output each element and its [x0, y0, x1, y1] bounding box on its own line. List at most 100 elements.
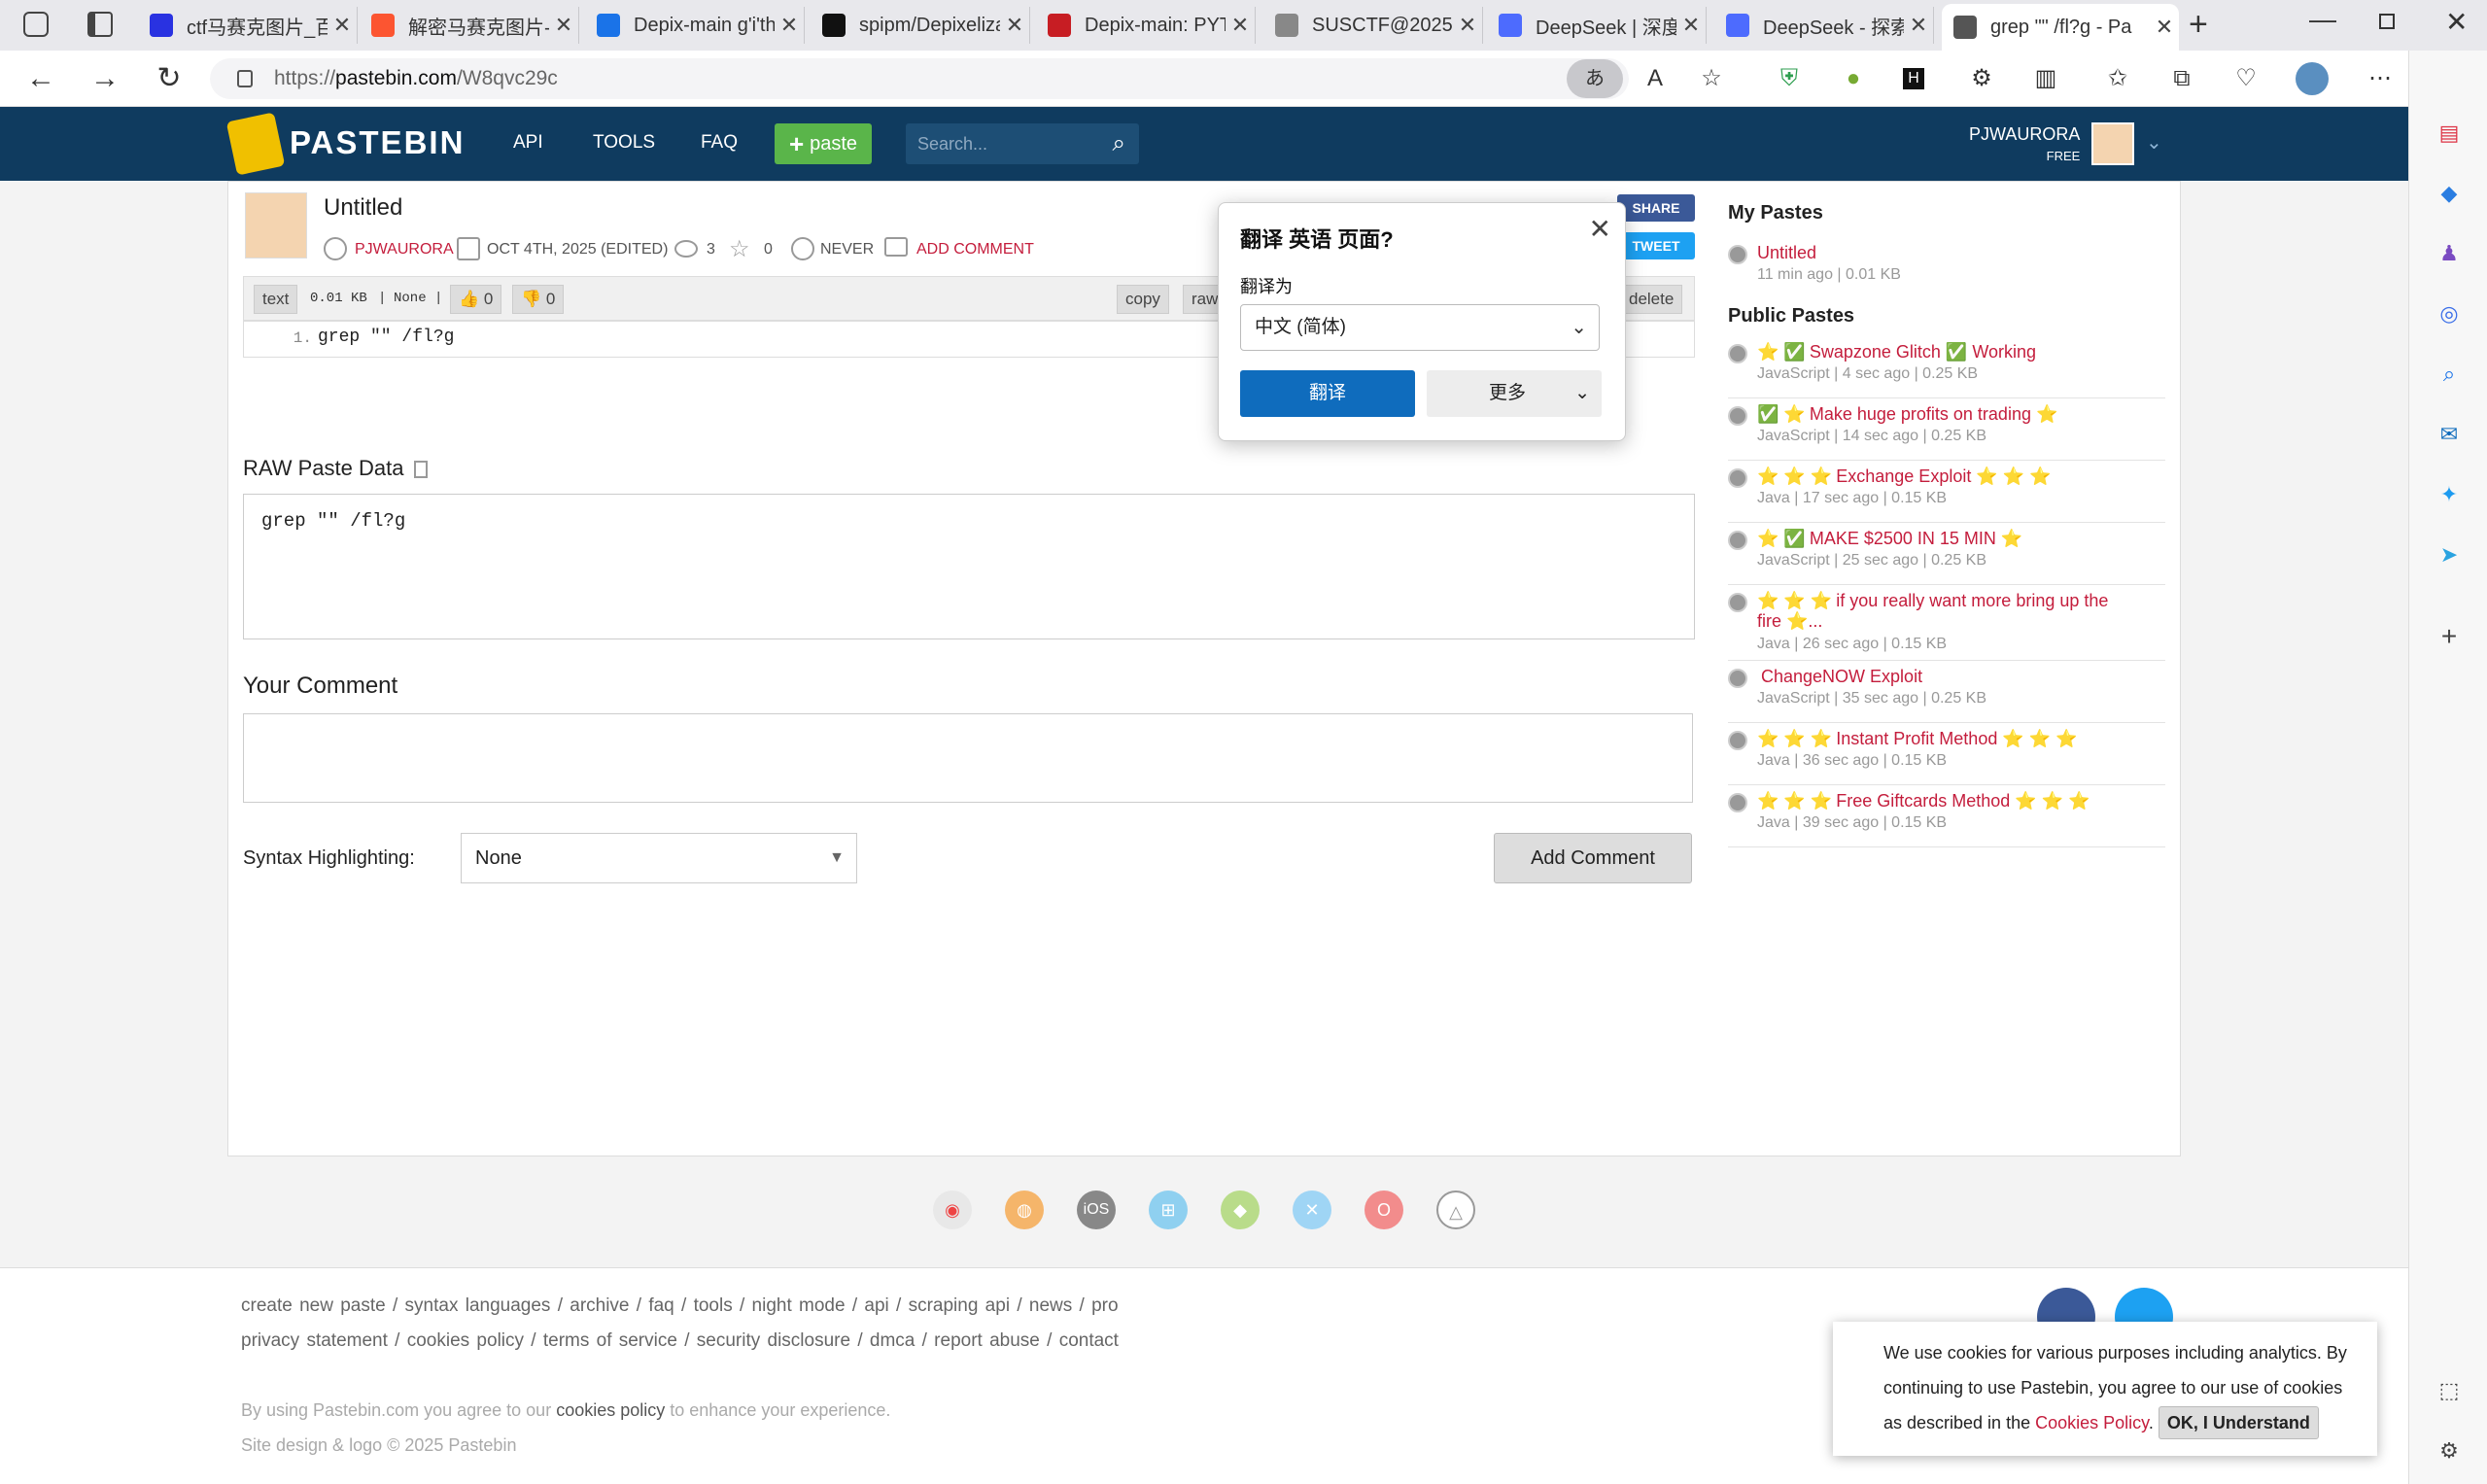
translate-icon[interactable]: あ [1567, 59, 1623, 98]
browser-tab[interactable]: DeepSeek - 探索 ✕ [1714, 7, 1934, 44]
tab-close-icon[interactable]: ✕ [328, 13, 357, 38]
translate-button[interactable]: 翻译 [1240, 370, 1415, 417]
cookie-accept-button[interactable]: OK, I Understand [2158, 1406, 2319, 1439]
public-paste-item[interactable]: ⭐ ⭐ ⭐ Free Giftcards Method ⭐ ⭐ ⭐ Java | 3… [1728, 787, 2165, 847]
split-screen-icon[interactable]: ▥ [2031, 64, 2060, 93]
nav-tools[interactable]: TOOLS [593, 132, 655, 154]
public-paste-title[interactable]: ⭐ ✅ Swapzone Glitch ✅ Working [1757, 342, 2036, 362]
facebook-share-button[interactable]: SHARE [1617, 194, 1695, 222]
comment-textarea[interactable] [243, 713, 1693, 803]
chrome-icon[interactable]: ◉ [933, 1191, 972, 1229]
header-avatar[interactable] [2091, 122, 2134, 165]
ios-icon[interactable]: iOS [1077, 1191, 1116, 1229]
read-aloud-icon[interactable]: A [1641, 64, 1670, 93]
syntax-select[interactable]: None ▼ [461, 833, 857, 883]
public-paste-item[interactable]: ⭐ ✅ Swapzone Glitch ✅ Working JavaScript |… [1728, 338, 2165, 398]
refresh-button[interactable]: ↻ [150, 60, 189, 97]
nav-api[interactable]: API [513, 132, 543, 154]
toolbox-icon[interactable]: ▤ [2435, 119, 2464, 148]
public-paste-title[interactable]: ⭐ ✅ MAKE $2500 IN 15 MIN ⭐ [1757, 529, 2022, 549]
add-app-icon[interactable]: + [2435, 622, 2464, 651]
author-avatar[interactable] [245, 192, 307, 259]
chevron-down-icon[interactable]: ⌄ [2146, 130, 2162, 155]
firefox-icon[interactable]: ◍ [1005, 1191, 1044, 1229]
public-paste-item[interactable]: ✅ ⭐ Make huge profits on trading ⭐ JavaScr… [1728, 400, 2165, 461]
extension-h-icon[interactable]: H [1903, 68, 1924, 89]
copilot-icon[interactable]: ◎ [2435, 299, 2464, 328]
new-tab-button[interactable]: + [2189, 6, 2208, 44]
browser-tab[interactable]: DeepSeek | 深度 ✕ [1487, 7, 1707, 44]
extension-globe-icon[interactable]: ● [1839, 64, 1868, 93]
browser-tab[interactable]: ctf马赛克图片_百 ✕ [138, 7, 358, 44]
settings-gear-icon[interactable]: ⚙ [2435, 1436, 2464, 1466]
star-icon[interactable]: ☆ [729, 235, 750, 263]
like-button[interactable]: 👍 0 [450, 285, 502, 314]
public-paste-title[interactable]: ⭐ ⭐ ⭐ Instant Profit Method ⭐ ⭐ ⭐ [1757, 729, 2078, 749]
clipboard-icon[interactable] [413, 461, 428, 479]
tab-close-icon[interactable]: ✕ [1000, 13, 1029, 38]
profile-avatar[interactable] [2296, 62, 2329, 95]
twitter-icon[interactable]: ✦ [2435, 480, 2464, 509]
games-icon[interactable]: ♟ [2435, 239, 2464, 268]
macos-icon[interactable]: ✕ [1293, 1191, 1331, 1229]
dislike-button[interactable]: 👎 0 [512, 285, 565, 314]
tab-close-icon[interactable]: ✕ [1453, 13, 1482, 38]
back-button[interactable]: ← [21, 60, 60, 97]
language-select[interactable]: 中文 (简体) ⌄ [1240, 304, 1600, 351]
vertical-tabs-icon[interactable] [87, 12, 113, 37]
paste-author[interactable]: PJWAURORA [355, 241, 454, 259]
my-paste-title[interactable]: Untitled [1757, 243, 1816, 263]
browser-tab[interactable]: SUSCTF@2025 - ✕ [1263, 7, 1483, 44]
browser-tab[interactable]: 解密马赛克图片- ✕ [360, 7, 579, 44]
favorite-star-icon[interactable]: ☆ [1697, 64, 1726, 93]
forward-button[interactable]: → [86, 60, 124, 97]
favorites-icon[interactable]: ✩ [2103, 64, 2132, 93]
browser-tab[interactable]: Depix-main g'i'th ✕ [585, 7, 805, 44]
search-icon[interactable]: ⌕ [1113, 123, 1125, 164]
my-paste-item[interactable]: Untitled 11 min ago | 0.01 KB [1728, 239, 2165, 293]
workspaces-icon[interactable] [23, 12, 49, 37]
cookie-policy-link[interactable]: Cookies Policy [2035, 1413, 2149, 1432]
public-paste-title[interactable]: ⭐ ⭐ ⭐ if you really want more bring up th… [1757, 591, 2126, 632]
more-menu-icon[interactable]: ⋯ [2366, 64, 2395, 93]
cookies-policy-link[interactable]: cookies policy [556, 1400, 665, 1420]
pastebin-logo-icon[interactable] [225, 112, 286, 176]
telegram-icon[interactable]: ➤ [2435, 540, 2464, 569]
collections-icon[interactable]: ⧉ [2167, 64, 2196, 93]
search-icon[interactable]: ⌕ [2435, 360, 2464, 389]
tweet-button[interactable]: TWEET [1617, 232, 1695, 259]
browser-tab[interactable]: Depix-main: PYTH✕ [1036, 7, 1256, 44]
add-comment-link[interactable]: ADD COMMENT [916, 241, 1034, 259]
public-paste-title[interactable]: ⭐ ⭐ ⭐ Free Giftcards Method ⭐ ⭐ ⭐ [1757, 791, 2090, 811]
opera-icon[interactable]: O [1364, 1191, 1403, 1229]
shield-extension-icon[interactable]: ⛨ [1775, 64, 1804, 93]
tab-close-icon[interactable]: ✕ [1904, 13, 1933, 38]
tab-close-icon[interactable]: ✕ [549, 13, 578, 38]
public-paste-title[interactable]: ChangeNOW Exploit [1757, 667, 1922, 687]
close-window-button[interactable]: ✕ [2445, 6, 2468, 38]
tab-close-icon[interactable]: ✕ [1226, 13, 1255, 38]
url-field[interactable]: https://pastebin.com/W8qvc29c [210, 58, 1629, 99]
close-icon[interactable]: ✕ [1589, 213, 1611, 245]
tab-close-icon[interactable]: ✕ [775, 13, 804, 38]
nav-faq[interactable]: FAQ [701, 132, 738, 154]
performance-icon[interactable]: ♡ [2231, 64, 2261, 93]
add-comment-button[interactable]: Add Comment [1494, 833, 1692, 883]
screenshot-icon[interactable]: ⬚ [2435, 1376, 2464, 1405]
copy-button[interactable]: copy [1117, 285, 1169, 314]
user-menu[interactable]: PJWAURORA FREE [1969, 124, 2080, 163]
public-paste-item[interactable]: ⭐ ⭐ ⭐ Exchange Exploit ⭐ ⭐ ⭐ Java | 17 sec… [1728, 463, 2165, 523]
more-button[interactable]: 更多 ⌄ [1427, 370, 1602, 417]
delete-button[interactable]: delete [1620, 285, 1683, 314]
browser-tab[interactable]: grep "" /fl?g - Pa ✕ [1942, 4, 2179, 51]
tab-close-icon[interactable]: ✕ [1676, 13, 1706, 38]
new-paste-button[interactable]: + paste [775, 123, 872, 164]
linux-icon[interactable]: △ [1436, 1191, 1475, 1229]
tab-close-icon[interactable]: ✕ [2150, 15, 2179, 40]
public-paste-title[interactable]: ✅ ⭐ Make huge profits on trading ⭐ [1757, 404, 2057, 425]
minimize-button[interactable]: — [2309, 4, 2336, 35]
code-line[interactable]: grep "" /fl?g [318, 328, 454, 347]
raw-paste-textarea[interactable]: grep "" /fl?g [243, 494, 1695, 639]
restore-button[interactable] [2379, 14, 2395, 29]
syntax-badge[interactable]: text [254, 285, 298, 314]
